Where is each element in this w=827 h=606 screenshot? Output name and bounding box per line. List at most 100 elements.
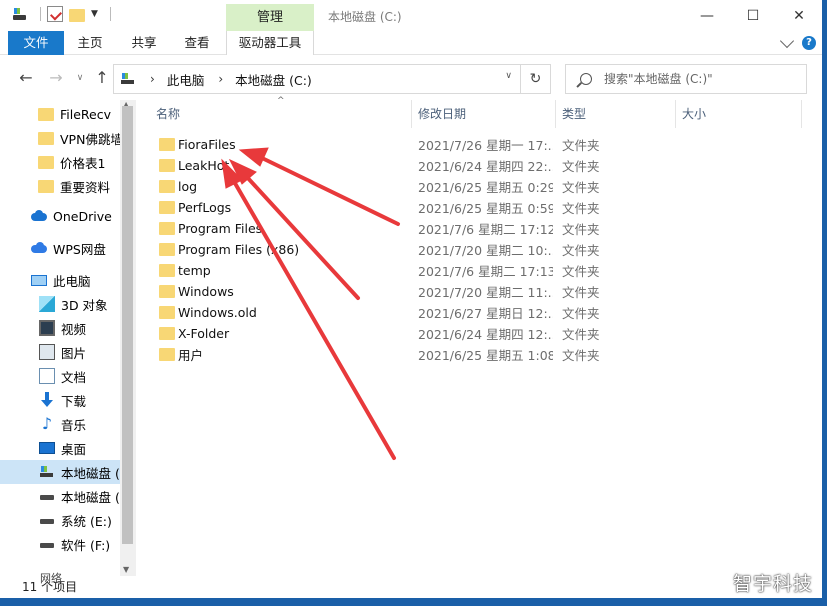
help-icon[interactable]: ? xyxy=(802,36,816,50)
sidebar-item-label: 本地磁盘 (C:) xyxy=(61,465,120,481)
file-type: 文件夹 xyxy=(562,348,600,363)
file-date: 2021/6/25 星期五 0:59 xyxy=(418,201,553,216)
customize-toolbar-icon[interactable]: ▼ xyxy=(91,9,98,19)
file-name: Windows.old xyxy=(178,305,257,320)
sidebar-item-videos[interactable]: 视频 xyxy=(0,316,120,340)
sidebar-item-drive-d[interactable]: 本地磁盘 (D:) xyxy=(0,484,120,508)
sidebar-item-music[interactable]: ♪ 音乐 xyxy=(0,412,120,436)
breadcrumb-local-disk-c[interactable]: 本地磁盘 (C:) xyxy=(235,70,312,89)
table-row[interactable]: PerfLogs 2021/6/25 星期五 0:59 文件夹 xyxy=(150,197,810,218)
maximize-button[interactable]: ☐ xyxy=(730,0,776,31)
table-row[interactable]: log 2021/6/25 星期五 0:29 文件夹 xyxy=(150,176,810,197)
sidebar-item-3d[interactable]: 3D 对象 xyxy=(0,292,120,316)
sidebar-scrollbar[interactable]: ▲ ▼ xyxy=(120,100,136,576)
sidebar-item-vpn[interactable]: VPN佛跳墙 xyxy=(0,126,120,150)
tab-drive-tools[interactable]: 驱动器工具 xyxy=(226,31,314,55)
file-date: 2021/7/26 星期一 17:... xyxy=(418,138,553,153)
sidebar-item-drive-f[interactable]: 软件 (F:) xyxy=(0,532,120,556)
sidebar-item-network-partial[interactable]: 网络 xyxy=(40,568,62,590)
sidebar-item-this-pc[interactable]: 此电脑 xyxy=(0,268,120,292)
table-row[interactable]: X-Folder 2021/6/24 星期四 12:... 文件夹 xyxy=(150,323,810,344)
sidebar-item-price-list[interactable]: 价格表1 xyxy=(0,150,120,174)
properties-icon[interactable] xyxy=(47,6,63,22)
sidebar-item-important[interactable]: 重要资料 xyxy=(0,174,120,198)
close-button[interactable]: ✕ xyxy=(776,0,822,31)
sidebar-item-drive-c[interactable]: 本地磁盘 (C:) xyxy=(0,460,120,484)
search-input[interactable] xyxy=(604,72,794,86)
file-date: 2021/7/6 星期二 17:13 xyxy=(418,264,553,279)
folder-icon xyxy=(159,159,175,172)
table-row[interactable]: FioraFiles 2021/7/26 星期一 17:... 文件夹 xyxy=(150,134,810,155)
scroll-down-arrow-icon[interactable]: ▼ xyxy=(123,565,129,574)
table-row[interactable]: LeakHot 2021/6/24 星期四 22:... 文件夹 xyxy=(150,155,810,176)
column-header-date[interactable]: 修改日期 xyxy=(412,100,556,128)
file-date: 2021/7/6 星期二 17:12 xyxy=(418,222,553,237)
music-icon: ♪ xyxy=(41,414,53,433)
new-folder-icon[interactable] xyxy=(69,8,85,22)
table-row[interactable]: Program Files (x86) 2021/7/20 星期二 10:... 文… xyxy=(150,239,810,260)
navigation-pane: FileRecv VPN佛跳墙 价格表1 重要资料 OneDrive WPS网盘… xyxy=(0,100,120,576)
folder-icon xyxy=(159,348,175,361)
sidebar-item-label: 视频 xyxy=(61,321,87,337)
download-icon xyxy=(39,392,55,408)
video-icon xyxy=(39,320,55,336)
table-row[interactable]: Windows.old 2021/6/27 星期日 12:... 文件夹 xyxy=(150,302,810,323)
search-box[interactable] xyxy=(565,64,807,94)
tab-view[interactable]: 查看 xyxy=(172,31,222,55)
back-arrow-icon[interactable]: ← xyxy=(16,68,36,88)
address-bar[interactable]: › 此电脑 › 本地磁盘 (C:) ∨ ↻ xyxy=(113,64,551,94)
file-type: 文件夹 xyxy=(562,306,600,321)
address-dropdown-chevron-icon[interactable]: ∨ xyxy=(505,71,512,81)
sidebar-scroll-thumb[interactable] xyxy=(122,106,133,544)
file-date: 2021/7/20 星期二 11:... xyxy=(418,285,553,300)
table-row[interactable]: Program Files 2021/7/6 星期二 17:12 文件夹 xyxy=(150,218,810,239)
sidebar-item-label: 音乐 xyxy=(61,417,87,433)
breadcrumb-separator-icon[interactable]: › xyxy=(218,72,223,86)
tab-file[interactable]: 文件 xyxy=(8,31,64,55)
sidebar-item-documents[interactable]: 文档 xyxy=(0,364,120,388)
sidebar-item-label: 桌面 xyxy=(61,441,87,457)
explorer-window: ▼ 管理 本地磁盘 (C:) — ☐ ✕ 文件 主页 共享 查看 驱动器工具 ?… xyxy=(0,0,822,598)
column-header-type[interactable]: 类型 xyxy=(556,100,676,128)
drive-icon xyxy=(39,488,55,504)
file-list-scrollbar[interactable] xyxy=(806,100,822,576)
watermark-text: 智宇科技 xyxy=(732,573,813,595)
minimize-button[interactable]: — xyxy=(684,0,730,31)
sidebar-item-wps[interactable]: WPS网盘 xyxy=(0,236,120,260)
sidebar-item-onedrive[interactable]: OneDrive xyxy=(0,204,120,228)
documents-icon xyxy=(39,368,55,384)
table-row[interactable]: temp 2021/7/6 星期二 17:13 文件夹 xyxy=(150,260,810,281)
file-name: X-Folder xyxy=(178,326,230,341)
tab-home[interactable]: 主页 xyxy=(64,31,116,55)
column-header-size[interactable]: 大小 xyxy=(676,100,802,128)
navigation-bar: ← → ∨ ↑ › 此电脑 › 本地磁盘 (C:) ∨ ↻ xyxy=(0,56,822,100)
table-row[interactable]: Windows 2021/7/20 星期二 11:... 文件夹 xyxy=(150,281,810,302)
sidebar-item-label: 此电脑 xyxy=(53,273,91,289)
forward-arrow-icon[interactable]: → xyxy=(46,68,66,88)
sidebar-item-label: 价格表1 xyxy=(60,155,106,171)
sidebar-item-filerecv[interactable]: FileRecv xyxy=(0,102,120,126)
tab-manage[interactable]: 管理 xyxy=(226,4,314,31)
refresh-icon[interactable]: ↻ xyxy=(520,65,550,93)
sidebar-item-pictures[interactable]: 图片 xyxy=(0,340,120,364)
file-type: 文件夹 xyxy=(562,285,600,300)
sidebar-item-drive-e[interactable]: 系统 (E:) xyxy=(0,508,120,532)
table-row[interactable]: 用户 2021/6/25 星期五 1:08 文件夹 xyxy=(150,344,810,365)
sidebar-item-downloads[interactable]: 下载 xyxy=(0,388,120,412)
file-type: 文件夹 xyxy=(562,201,600,216)
sidebar-item-desktop[interactable]: 桌面 xyxy=(0,436,120,460)
breadcrumb-this-pc[interactable]: 此电脑 xyxy=(167,70,205,89)
up-arrow-icon[interactable]: ↑ xyxy=(92,68,112,88)
drive-icon xyxy=(12,6,28,22)
file-date: 2021/7/20 星期二 10:... xyxy=(418,243,553,258)
breadcrumb-separator-icon[interactable]: › xyxy=(150,72,155,86)
column-header-name[interactable]: 名称 xyxy=(150,100,412,128)
recent-locations-chevron-icon[interactable]: ∨ xyxy=(70,68,90,88)
tab-share[interactable]: 共享 xyxy=(116,31,172,55)
file-date: 2021/6/25 星期五 1:08 xyxy=(418,348,553,363)
folder-icon xyxy=(159,264,175,277)
expand-ribbon-icon[interactable] xyxy=(779,33,795,49)
onedrive-icon xyxy=(31,208,47,224)
folder-icon xyxy=(159,243,175,256)
folder-icon xyxy=(38,179,54,193)
